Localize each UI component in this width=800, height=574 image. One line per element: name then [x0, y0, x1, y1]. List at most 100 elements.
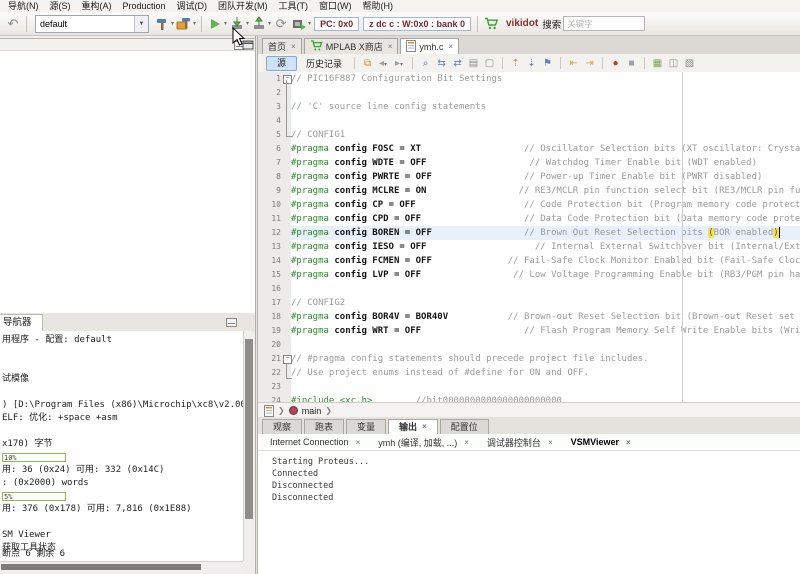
code-line[interactable]: 10#pragma config CP = OFF // Code Protec…: [258, 198, 800, 212]
code-line[interactable]: 20: [258, 338, 800, 352]
run-dropdown-icon[interactable]: ▾: [224, 20, 227, 27]
navigator-vertical-scrollbar[interactable]: [243, 331, 255, 561]
code-line[interactable]: 5// CONFIG1: [258, 128, 800, 142]
code-line[interactable]: 17// CONFIG2: [258, 296, 800, 310]
document-tab[interactable]: 首页×: [262, 38, 302, 54]
code-line[interactable]: 1−// PIC16F887 Configuration Bit Setting…: [258, 72, 800, 86]
panel-tab[interactable]: 变量: [346, 419, 386, 434]
code-line[interactable]: 18#pragma config BOR4V = BOR40V // Brown…: [258, 310, 800, 324]
run-project-button[interactable]: [206, 15, 224, 33]
panel-tab[interactable]: 观察: [262, 419, 302, 434]
code-line[interactable]: 8#pragma config PWRTE = OFF // Power-up …: [258, 170, 800, 184]
code-line[interactable]: 9#pragma config MCLRE = ON // RE3/MCLR p…: [258, 184, 800, 198]
menu-item[interactable]: 源(S): [50, 0, 71, 12]
close-icon[interactable]: ×: [422, 420, 427, 434]
last-edit-icon[interactable]: ⧉: [361, 58, 374, 69]
toggle-bookmark-icon[interactable]: ⚑: [541, 58, 554, 69]
source-view-button[interactable]: 源: [266, 56, 297, 71]
code-line[interactable]: 12#pragma config BOREN = OFF // Brown Ou…: [258, 226, 800, 240]
close-icon[interactable]: ×: [548, 438, 553, 447]
debug-device-button[interactable]: [290, 15, 308, 33]
store-cart-icon[interactable]: [482, 15, 500, 33]
find-next-occurrence-icon[interactable]: ⇄: [451, 58, 464, 69]
fold-toggle-icon[interactable]: −: [283, 355, 292, 364]
minimize-panel-button[interactable]: [226, 318, 237, 327]
back-icon[interactable]: ◂▾: [377, 58, 390, 69]
close-icon[interactable]: ×: [291, 42, 296, 51]
minimize-panel-button[interactable]: [234, 41, 245, 50]
close-icon[interactable]: ×: [356, 438, 361, 447]
menu-item[interactable]: 调试(D): [177, 0, 208, 12]
read-device-dropdown-icon[interactable]: ▾: [268, 20, 271, 27]
forward-icon[interactable]: ▸▾: [393, 58, 406, 69]
close-icon[interactable]: ×: [388, 42, 393, 51]
code-line[interactable]: 14#pragma config FCMEN = OFF // Fail-Saf…: [258, 254, 800, 268]
debug-device-dropdown-icon[interactable]: ▾: [308, 20, 311, 27]
stop-macro-recording-icon[interactable]: ■: [625, 58, 638, 69]
output-tab[interactable]: VSMViewer×: [563, 437, 639, 447]
tab-navigator[interactable]: 导航器: [0, 314, 43, 331]
code-line[interactable]: 6#pragma config FOSC = XT // Oscillator …: [258, 142, 800, 156]
code-line[interactable]: 7#pragma config WDTE = OFF // Watchdog T…: [258, 156, 800, 170]
code-line[interactable]: 4: [258, 114, 800, 128]
panel-tab[interactable]: 输出×: [388, 419, 438, 434]
code-line[interactable]: 21−// #pragma config statements should p…: [258, 352, 800, 366]
scrollbar-thumb[interactable]: [245, 339, 253, 519]
go-to-header-icon[interactable]: ▧: [683, 58, 696, 69]
shift-line-right-icon[interactable]: ⇥: [583, 58, 596, 69]
program-device-button[interactable]: [228, 15, 246, 33]
configuration-select[interactable]: default ▼: [35, 15, 149, 33]
next-bookmark-icon[interactable]: ⇣: [525, 58, 538, 69]
navigator-horizontal-scrollbar[interactable]: [0, 561, 243, 572]
code-line[interactable]: 3// 'C' source line config statements: [258, 100, 800, 114]
search-input[interactable]: [563, 16, 645, 31]
build-dropdown-icon[interactable]: ▾: [171, 20, 174, 27]
program-device-dropdown-icon[interactable]: ▾: [246, 20, 249, 27]
code-line[interactable]: 16: [258, 282, 800, 296]
menu-item[interactable]: 帮助(H): [363, 0, 394, 12]
undo-history-icon[interactable]: ↶: [4, 15, 22, 33]
rectangular-selection-icon[interactable]: ▢: [483, 58, 496, 69]
document-tab[interactable]: MPLAB X商店×: [304, 38, 399, 54]
start-macro-recording-icon[interactable]: ●: [609, 58, 622, 69]
menu-item[interactable]: 重构(A): [82, 0, 112, 12]
close-icon[interactable]: ×: [626, 438, 631, 447]
output-tab[interactable]: Internet Connection×: [262, 437, 368, 447]
close-icon[interactable]: ×: [464, 438, 469, 447]
code-line[interactable]: 22// Use project enums instead of #defin…: [258, 366, 800, 380]
code-line[interactable]: 23: [258, 380, 800, 394]
code-line[interactable]: 13#pragma config IESO = OFF // Internal …: [258, 240, 800, 254]
read-device-button[interactable]: [250, 15, 268, 33]
comment-icon[interactable]: ▦: [651, 58, 664, 69]
close-icon[interactable]: ×: [448, 42, 453, 51]
shift-line-left-icon[interactable]: ⇤: [567, 58, 580, 69]
chevron-down-icon[interactable]: ▼: [134, 16, 148, 32]
code-line[interactable]: 19#pragma config WRT = OFF // Flash Prog…: [258, 324, 800, 338]
menu-item[interactable]: 团队开发(M): [218, 0, 268, 12]
menu-item[interactable]: 导航(N): [8, 0, 39, 12]
code-editor[interactable]: 1−// PIC16F887 Configuration Bit Setting…: [258, 72, 800, 402]
code-line[interactable]: 24#include <xc.h> //bit00000000000000000…: [258, 394, 800, 402]
breadcrumb-item-main[interactable]: main: [302, 406, 322, 416]
output-tab[interactable]: ymh (编译, 加载, ...)×: [370, 436, 477, 449]
code-line[interactable]: 15#pragma config LVP = OFF // Low Voltag…: [258, 268, 800, 282]
clean-build-dropdown-icon[interactable]: ▾: [193, 20, 196, 27]
history-view-button[interactable]: 历史记录: [300, 57, 348, 70]
code-line[interactable]: 11#pragma config CPD = OFF // Data Code …: [258, 212, 800, 226]
menu-item[interactable]: 窗口(W): [319, 0, 352, 12]
build-project-button[interactable]: [153, 15, 171, 33]
clean-build-button[interactable]: [175, 15, 193, 33]
refresh-debug-icon[interactable]: ⟳: [272, 15, 290, 33]
toggle-highlight-icon[interactable]: ▤: [467, 58, 480, 69]
menu-item[interactable]: Production: [123, 0, 166, 12]
find-previous-occurrence-icon[interactable]: ⇆: [435, 58, 448, 69]
document-tab[interactable]: ymh.c×: [400, 38, 459, 54]
uncomment-icon[interactable]: ◫: [667, 58, 680, 69]
code-line[interactable]: 2: [258, 86, 800, 100]
scrollbar-thumb[interactable]: [1, 564, 201, 570]
output-tab[interactable]: 调试器控制台×: [479, 436, 561, 449]
find-icon[interactable]: ⌕: [419, 58, 432, 69]
previous-bookmark-icon[interactable]: ⇡: [509, 58, 522, 69]
menu-item[interactable]: 工具(T): [279, 0, 309, 12]
panel-tab[interactable]: 配置位: [440, 419, 489, 434]
